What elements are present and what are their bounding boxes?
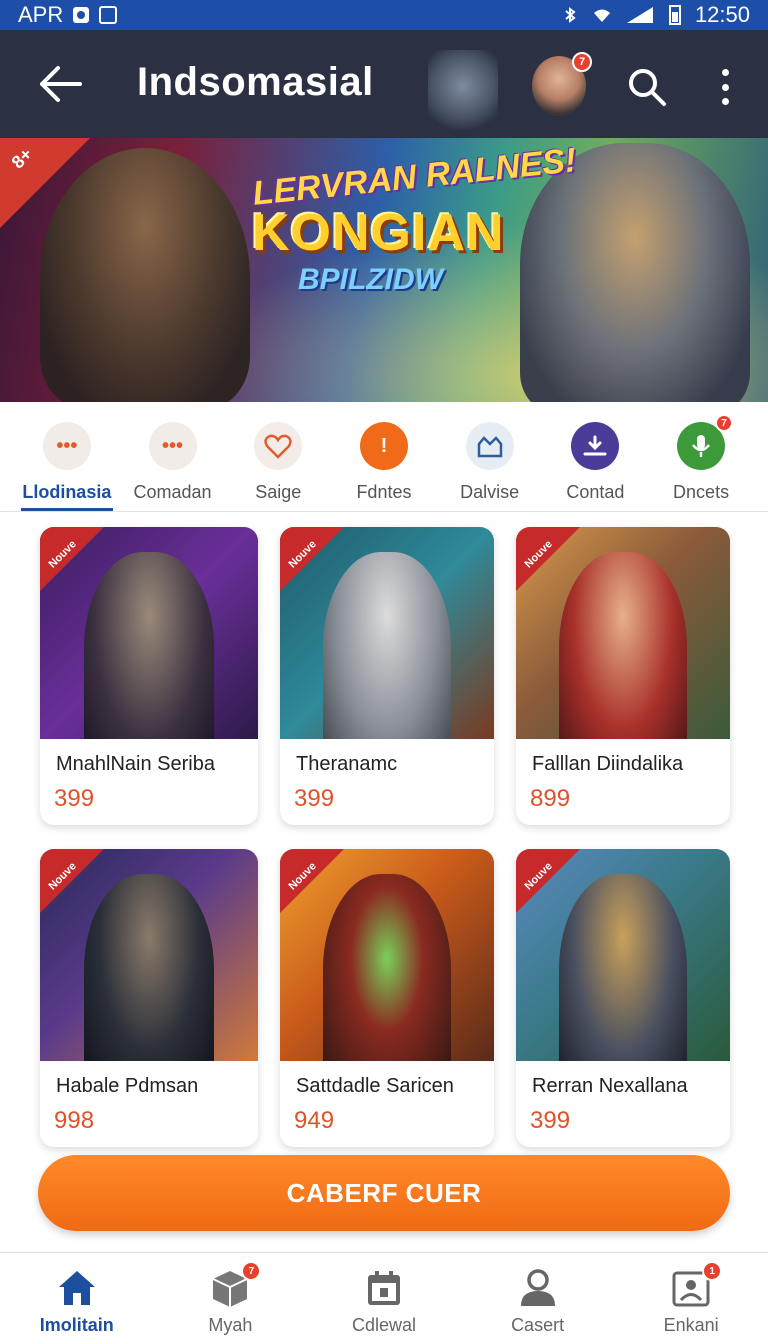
product-title: Rerran Nexallana — [532, 1075, 688, 1097]
product-image: Nouve — [516, 527, 730, 739]
product-price: 998 — [54, 1107, 95, 1134]
dots-icon: ••• — [42, 422, 91, 470]
product-price: 949 — [294, 1107, 335, 1134]
battery-icon — [668, 5, 681, 25]
product-image: Nouve — [280, 849, 494, 1061]
wolf-mascot-icon — [428, 50, 498, 130]
nav-item-casert[interactable]: Casert — [468, 1253, 608, 1344]
profile-card-icon: 1 — [670, 1261, 723, 1309]
nav-item-myah[interactable]: 7 Myah — [160, 1253, 300, 1344]
product-card[interactable]: Nouve Falllan Diindalika 899 — [516, 527, 730, 825]
bottom-navigation: Imolitain 7 Myah Cdlewal Casert 1 Enkani — [0, 1252, 768, 1344]
signal-icon — [626, 7, 653, 23]
product-card[interactable]: Nouve Rerran Nexallana 399 — [516, 849, 730, 1147]
box-icon: 7 — [209, 1261, 262, 1309]
banner-headline: LERVRAN RALNES! KONGIAN BPILZIDW — [251, 141, 578, 297]
nav-label: Enkani — [663, 1315, 719, 1335]
promo-banner[interactable]: 8+ LERVRAN RALNES! KONGIAN BPILZIDW — [0, 138, 768, 402]
product-image: Nouve — [280, 527, 494, 739]
tab-label: Saige — [255, 482, 302, 502]
nav-label: Imolitain — [39, 1315, 114, 1335]
banner-line-3: BPILZIDW — [298, 263, 443, 296]
nav-label: Cdlewal — [351, 1315, 416, 1335]
product-price: 399 — [294, 785, 335, 812]
tab-dncets[interactable]: 7 Dncets — [651, 402, 751, 511]
nav-label: Myah — [208, 1315, 253, 1335]
product-price: 399 — [54, 785, 95, 812]
search-icon[interactable] — [626, 66, 668, 108]
tab-label: Contad — [566, 482, 625, 502]
banner-line-2: KONGIAN — [252, 204, 505, 262]
nav-item-home[interactable]: Imolitain — [7, 1253, 147, 1344]
notification-badge: 7 — [715, 414, 734, 432]
tab-fdntes[interactable]: ! Fdntes — [334, 402, 434, 511]
product-card[interactable]: Nouve MnahlNain Seriba 399 — [40, 527, 258, 825]
nav-item-enkani[interactable]: 1 Enkani — [621, 1253, 761, 1344]
home-icon — [58, 1271, 95, 1305]
product-card[interactable]: Nouve Habale Pdmsan 998 — [40, 849, 258, 1147]
checklist-icon — [99, 6, 118, 24]
status-carrier: APR — [18, 2, 64, 27]
primary-cta-button[interactable]: CABERF CUER — [38, 1155, 730, 1231]
calendar-icon — [367, 1271, 400, 1305]
tab-label: Dncets — [673, 482, 730, 502]
nav-label: Casert — [511, 1315, 565, 1335]
status-time: 12:50 — [694, 2, 750, 27]
product-image: Nouve — [40, 849, 258, 1061]
wifi-icon — [593, 9, 610, 22]
notification-badge: 7 — [241, 1261, 262, 1281]
product-image: Nouve — [40, 527, 258, 739]
tab-label: Dalvise — [460, 482, 520, 502]
more-options-icon[interactable] — [712, 66, 738, 108]
tab-contad[interactable]: Contad — [545, 402, 645, 511]
tab-saige[interactable]: Saige — [228, 402, 328, 511]
page-title: Indsomasial — [137, 60, 374, 104]
notification-icon — [73, 7, 90, 23]
tab-label: Llodinasia — [22, 482, 112, 502]
product-card[interactable]: Nouve Theranamc 399 — [280, 527, 494, 825]
product-price: 399 — [530, 1107, 571, 1134]
product-title: Theranamc — [296, 753, 398, 775]
heart-icon — [254, 422, 303, 470]
castle-icon — [465, 422, 514, 470]
back-arrow-icon[interactable] — [38, 64, 82, 104]
app-bar: Indsomasial 7 — [0, 30, 768, 138]
tab-label: Comadan — [133, 482, 212, 502]
user-icon — [520, 1269, 555, 1306]
status-bar: APR 12:50 — [0, 0, 768, 30]
notification-badge: 7 — [572, 52, 592, 72]
bluetooth-icon — [565, 7, 576, 23]
nav-item-cdlewal[interactable]: Cdlewal — [314, 1253, 454, 1344]
notification-badge: 1 — [702, 1261, 723, 1281]
product-price: 899 — [530, 785, 571, 812]
download-icon — [571, 422, 620, 470]
tab-llodinasia[interactable]: ••• Llodinasia — [17, 402, 117, 511]
microphone-icon: 7 — [677, 414, 734, 470]
product-title: Sattdadle Saricen — [296, 1075, 454, 1097]
user-avatar[interactable]: 7 — [532, 52, 592, 116]
product-grid: Nouve MnahlNain Seriba 399 Nouve Therana… — [40, 527, 730, 1147]
info-icon: ! — [359, 422, 408, 470]
dots-icon: ••• — [148, 422, 197, 470]
product-title: Habale Pdmsan — [56, 1075, 199, 1097]
tab-dalvise[interactable]: Dalvise — [440, 402, 540, 511]
product-image: Nouve — [516, 849, 730, 1061]
product-card[interactable]: Nouve Sattdadle Saricen 949 — [280, 849, 494, 1147]
product-title: MnahlNain Seriba — [56, 753, 215, 775]
category-tabs: ••• Llodinasia ••• Comadan Saige ! Fdnte… — [0, 402, 768, 512]
tab-label: Fdntes — [356, 482, 412, 502]
product-title: Falllan Diindalika — [532, 753, 684, 775]
tab-comadan[interactable]: ••• Comadan — [123, 402, 223, 511]
